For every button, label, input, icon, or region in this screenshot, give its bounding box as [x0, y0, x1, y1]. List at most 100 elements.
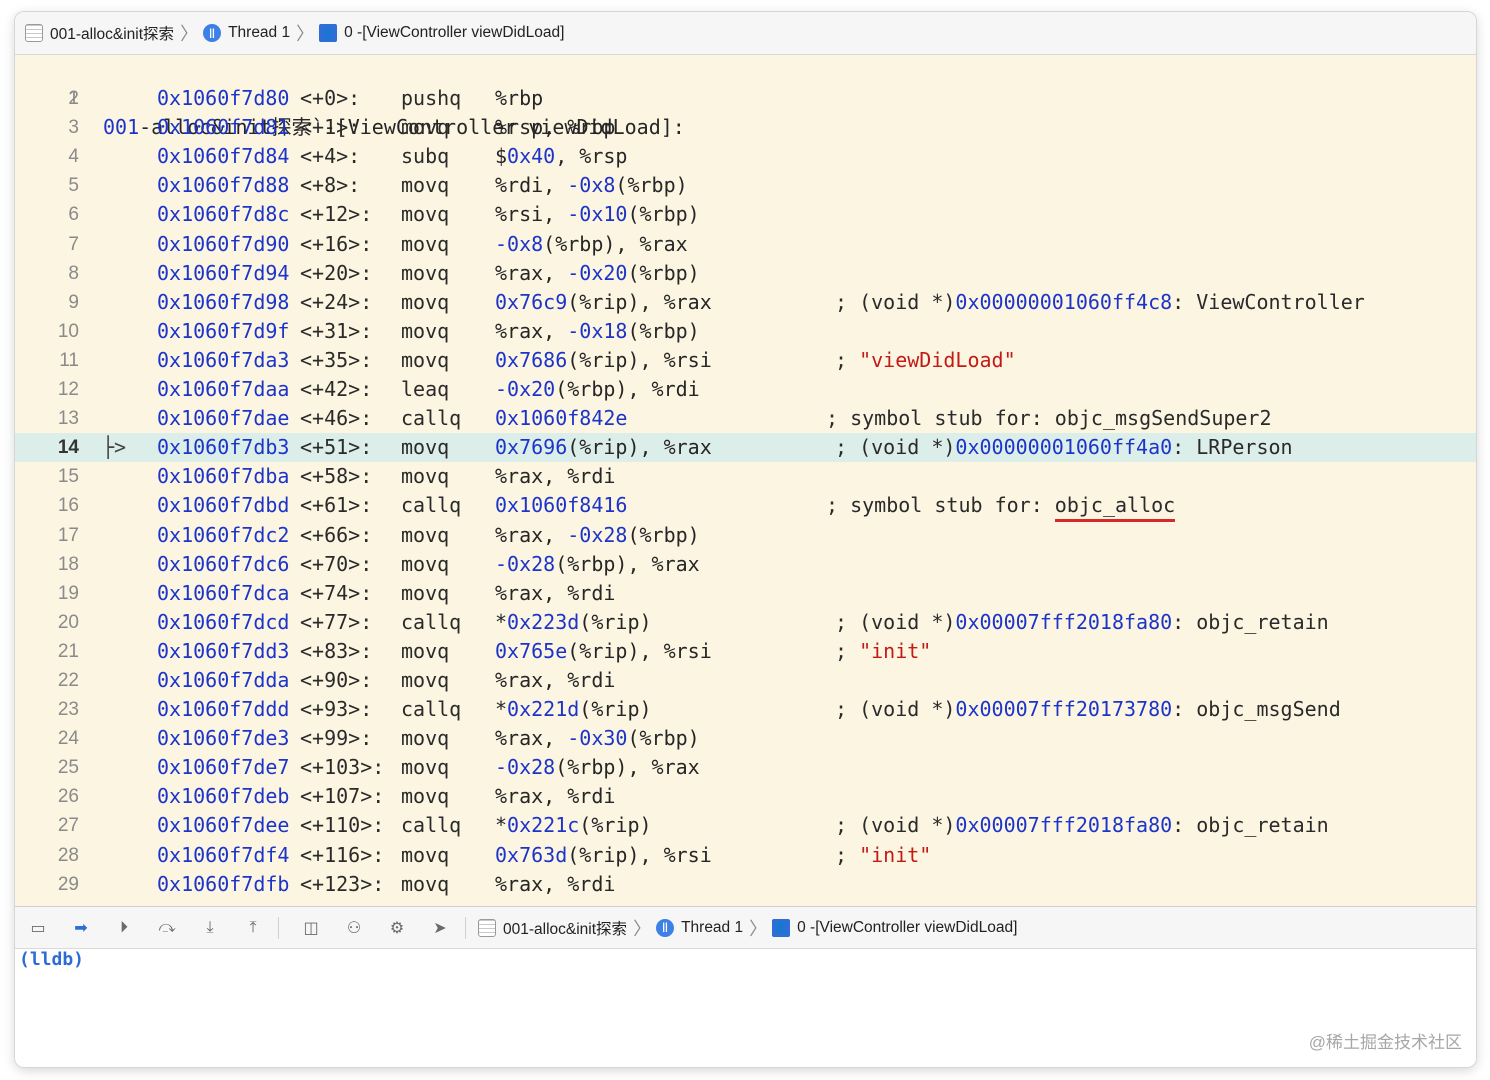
instruction-offset: <+35>: [300, 347, 373, 372]
instruction-operands: %rax, %rdi [495, 666, 615, 695]
disassembly-line[interactable]: 23 0x1060f7ddd <+93>: callq *0x221d(%rip) ; (… [15, 695, 1476, 724]
jump-bar-thread[interactable]: || Thread 1 [203, 24, 290, 42]
disassembly-line[interactable]: 5 0x1060f7d88 <+8>: movq %rdi, -0x8(%rbp) [15, 171, 1476, 200]
disassembly-line[interactable]: 4 0x1060f7d84 <+4>: subq $0x40, %rsp [15, 142, 1476, 171]
comment-token: "init" [859, 638, 932, 663]
comment-token: 0x00007fff2018fa80 [955, 813, 1173, 838]
user-frame-icon: 👤 [319, 24, 338, 42]
disassembly-line[interactable]: 8 0x1060f7d94 <+20>: movq %rax, -0x20(%rbp) [15, 259, 1476, 288]
instruction-offset: <+99>: [300, 726, 373, 751]
instruction-offset: <+31>: [300, 318, 373, 343]
comment-token: 0x00000001060ff4a0 [955, 435, 1173, 460]
disassembly-line[interactable]: 22 0x1060f7dda <+90>: movq %rax, %rdi [15, 666, 1476, 695]
disassembly-line[interactable]: 28 0x1060f7df4 <+116>: movq 0x763d(%rip), %r… [15, 841, 1476, 870]
disassembly-line[interactable]: 6 0x1060f7d8c <+12>: movq %rsi, -0x10(%rbp) [15, 200, 1476, 229]
instruction-address: 0x1060f7d8c [157, 202, 290, 227]
disassembly-line[interactable]: 29 0x1060f7dfb <+123>: movq %rax, %rdi [15, 870, 1476, 899]
operand-token: 0x76c9 [495, 289, 568, 314]
memory-graph-button[interactable]: ⚇ [343, 917, 365, 939]
instruction-mnemonic: movq [401, 551, 450, 576]
disassembly-line[interactable]: 18 0x1060f7dc6 <+70>: movq -0x28(%rbp), %rax [15, 550, 1476, 579]
debug-bar-frame[interactable]: 👤 0 -[ViewController viewDidLoad] [772, 918, 1017, 937]
jump-bar-frame[interactable]: 👤 0 -[ViewController viewDidLoad] [319, 24, 564, 42]
disassembly-line[interactable]: 21 0x1060f7dd3 <+83>: movq 0x765e(%rip), %rs… [15, 637, 1476, 666]
operand-token: %rax, [495, 260, 568, 285]
current-instruction-line[interactable]: 14 ├> 0x1060f7db3 <+51>: movq 0x7696(%rip), %… [15, 433, 1476, 463]
instruction-mnemonic: movq [401, 871, 450, 896]
chevron-right-icon: 〉 [633, 918, 652, 939]
disassembly-line[interactable]: 24 0x1060f7de3 <+99>: movq %rax, -0x30(%rbp) [15, 724, 1476, 753]
disassembly-header-line: 1 001-alloc&init探索`-[ViewController view… [15, 55, 1476, 139]
operand-token: (%rbp), %rax [543, 231, 688, 256]
step-into-button[interactable]: ⤓ [199, 917, 221, 939]
top-jump-bar: 001-alloc&init探索 〉 || Thread 1 〉 👤 0 -[V… [15, 12, 1476, 55]
disassembly-line[interactable]: 25 0x1060f7de7 <+103>: movq -0x28(%rbp), %ra… [15, 753, 1476, 782]
instruction-operands: %rax, -0x30(%rbp) [495, 724, 700, 753]
step-out-button[interactable]: ⤒ [242, 917, 264, 939]
continue-button[interactable]: ⏵ [113, 917, 135, 939]
instruction-address: 0x1060f7d80 [157, 86, 290, 111]
program-counter-arrow-icon: ├> [102, 435, 127, 460]
disassembly-editor[interactable]: 1 001-alloc&init探索`-[ViewController view… [15, 55, 1476, 919]
divider [278, 916, 279, 939]
disassembly-line[interactable]: 20 0x1060f7dcd <+77>: callq *0x223d(%rip) ; (… [15, 608, 1476, 637]
instruction-mnemonic: movq [401, 260, 450, 285]
disassembly-line[interactable]: 16 0x1060f7dbd <+61>: callq 0x1060f8416 ; sym… [15, 491, 1476, 523]
line-number: 28 [57, 844, 79, 866]
disassembly-line[interactable]: 12 0x1060f7daa <+42>: leaq -0x20(%rbp), %rdi [15, 375, 1476, 404]
disassembly-line[interactable]: 17 0x1060f7dc2 <+66>: movq %rax, -0x28(%rbp) [15, 521, 1476, 550]
breakpoints-toggle-button[interactable]: ➡ [70, 917, 92, 939]
line-number: 11 [59, 349, 79, 371]
comment-token: "viewDidLoad" [859, 347, 1016, 372]
chevron-right-icon: 〉 [180, 24, 199, 44]
disassembly-line[interactable]: 26 0x1060f7deb <+107>: movq %rax, %rdi [15, 782, 1476, 811]
disassembly-line[interactable]: 15 0x1060f7dba <+58>: movq %rax, %rdi [15, 462, 1476, 491]
line-number: 24 [57, 728, 79, 750]
instruction-mnemonic: movq [401, 842, 450, 867]
instruction-mnemonic: movq [401, 580, 450, 605]
disassembly-line[interactable]: 7 0x1060f7d90 <+16>: movq -0x8(%rbp), %rax [15, 230, 1476, 259]
disassembly-line[interactable]: 27 0x1060f7dee <+110>: callq *0x221c(%rip) ; … [15, 811, 1476, 840]
step-over-button[interactable]: ⤼ [156, 917, 178, 939]
operand-token: %rax, [495, 522, 568, 547]
view-hierarchy-button[interactable]: ◫ [300, 917, 322, 939]
instruction-offset: <+20>: [300, 260, 373, 285]
disassembly-line[interactable]: 11 0x1060f7da3 <+35>: movq 0x7686(%rip), %rs… [15, 346, 1476, 375]
operand-token: -0x18 [567, 318, 628, 343]
instruction-operands: 0x1060f842e [495, 404, 627, 433]
disassembly-line[interactable]: 13 0x1060f7dae <+46>: callq 0x1060f842e ; sym… [15, 404, 1476, 433]
debug-bar-thread[interactable]: || Thread 1 [656, 918, 743, 937]
operand-token: %rax, %rdi [495, 580, 616, 605]
instruction-offset: <+77>: [300, 609, 373, 634]
line-number: 25 [57, 757, 79, 779]
instruction-address: 0x1060f7dca [157, 580, 290, 605]
lldb-console[interactable]: (lldb) @稀土掘金技术社区 [15, 949, 1476, 1067]
instruction-offset: <+107>: [300, 784, 385, 809]
environment-overrides-button[interactable]: ⚙ [386, 917, 408, 939]
operand-token: , %rsp [555, 144, 628, 169]
simulate-location-button[interactable]: ➤ [429, 917, 451, 939]
instruction-mnemonic: movq [401, 289, 450, 314]
instruction-offset: <+110>: [300, 813, 385, 838]
instruction-mnemonic: movq [401, 435, 450, 460]
disassembly-line[interactable]: 19 0x1060f7dca <+74>: movq %rax, %rdi [15, 579, 1476, 608]
disassembly-line[interactable]: 2 0x1060f7d80 <+0>: pushq %rbp [15, 84, 1476, 113]
operand-token: (%rbp), %rdi [555, 377, 700, 402]
instruction-mnemonic: movq [401, 638, 450, 663]
disassembly-line[interactable]: 10 0x1060f7d9f <+31>: movq %rax, -0x18(%rbp) [15, 317, 1476, 346]
instruction-comment: ; (void *)0x00007fff2018fa80: objc_retai… [835, 608, 1329, 637]
instruction-address: 0x1060f7de3 [157, 726, 290, 751]
jump-bar-project[interactable]: 001-alloc&init探索 [25, 22, 174, 44]
instruction-mnemonic: callq [401, 697, 462, 722]
disassembly-line[interactable]: 9 0x1060f7d98 <+24>: movq 0x76c9(%rip), %rax… [15, 288, 1476, 317]
debug-bar-project[interactable]: 001-alloc&init探索 [478, 917, 627, 939]
comment-token: ; symbol stub for: objc_msgSendSuper2 [826, 406, 1272, 431]
comment-token: ; (void *) [835, 289, 956, 314]
line-number: 4 [68, 146, 79, 168]
instruction-operands: 0x76c9(%rip), %rax [495, 288, 712, 317]
disassembly-line[interactable]: 3 0x1060f7d81 <+1>: movq %rsp, %rbp [15, 113, 1476, 142]
operand-token: (%rip), %rsi [567, 347, 712, 372]
operand-token: (%rbp) [615, 173, 688, 198]
hide-debug-area-button[interactable]: ▭ [27, 917, 49, 939]
project-label: 001-alloc&init探索 [503, 920, 628, 938]
